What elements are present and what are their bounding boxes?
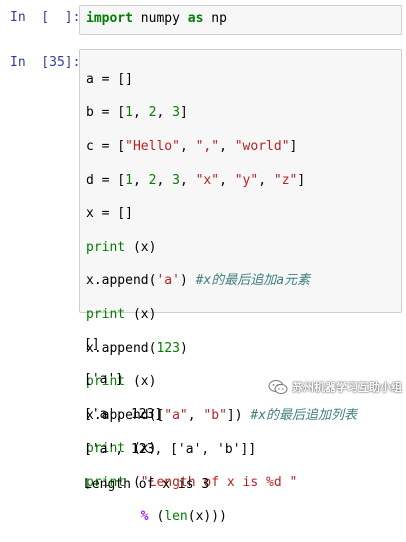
code-text: np xyxy=(203,11,227,26)
code-line-14: % (len(x))) xyxy=(140,508,227,524)
output-line: ['a', 123] xyxy=(84,407,163,423)
cell-2-prompt: In [35]: xyxy=(10,55,81,70)
code-comment: #x的最后追加列表 xyxy=(250,407,358,423)
output-line: [] xyxy=(84,337,100,353)
watermark: 苏州机器学习互助小组 xyxy=(268,379,402,395)
output-line: Length of x is 3 xyxy=(84,476,210,492)
output-line: ['a', 123, ['a', 'b']] xyxy=(84,441,257,457)
keyword: as xyxy=(187,11,204,26)
cell-2-output: [] ['a'] ['a', 123] ['a', 123, ['a', 'b'… xyxy=(84,319,256,510)
code-line-1: a = [] xyxy=(86,71,133,87)
code-line-5: x = [] xyxy=(86,206,133,222)
code-line-4: d = [1, 2, 3, "x", "y", "z"] xyxy=(86,172,306,188)
cell-1-prompt: In [ ]: xyxy=(10,10,81,25)
code-comment: #x的最后追加a元素 xyxy=(195,273,311,289)
cell-1-code[interactable]: import numpy as np xyxy=(86,11,227,28)
output-line: ['a'] xyxy=(84,372,124,388)
code-line-7: x.append('a') #x的最后追加a元素 xyxy=(86,273,311,289)
code-text: numpy xyxy=(132,11,188,26)
keyword: import xyxy=(86,11,133,26)
code-line-6: print (x) xyxy=(86,239,157,255)
watermark-text: 苏州机器学习互助小组 xyxy=(292,381,402,394)
code-line-2: b = [1, 2, 3] xyxy=(86,105,188,121)
wechat-icon xyxy=(268,380,288,395)
code-line-3: c = ["Hello", ",", "world"] xyxy=(86,138,298,154)
